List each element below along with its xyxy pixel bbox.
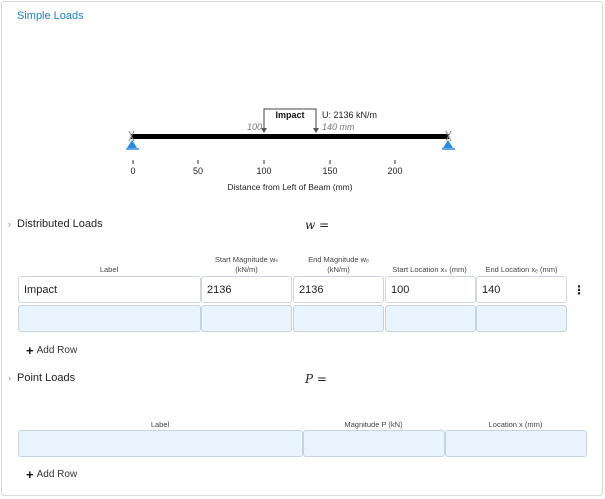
column-header-start-magnitude-line1: Start Magnitude wₛ (214, 255, 279, 264)
distributed-loads-heading: Distributed Loads (17, 218, 103, 230)
dist-end-magnitude-input[interactable]: 2136 (293, 276, 384, 303)
dist-new-start-location-input[interactable] (385, 305, 476, 332)
column-header-point-label: Label (150, 420, 170, 429)
dist-new-end-magnitude-input[interactable] (293, 305, 384, 332)
axis-tick-label: 150 (322, 166, 338, 176)
beam (131, 134, 449, 139)
column-header-end-magnitude: End Magnitude wₑ (kN/m) (293, 255, 384, 275)
dist-new-label-input[interactable] (18, 305, 201, 332)
column-header-end-magnitude-line1: End Magnitude wₑ (308, 255, 369, 264)
dist-end-location-input[interactable]: 140 (476, 276, 567, 303)
plus-icon: + (26, 466, 34, 482)
axis-tick-label: 200 (387, 166, 403, 176)
dist-new-start-magnitude-input[interactable] (201, 305, 292, 332)
load-label: Impact (275, 110, 305, 120)
distributed-loads-toggle[interactable]: › Distributed Loads (8, 218, 103, 230)
distributed-add-row-button[interactable]: + Add Row (26, 342, 78, 358)
left-support-icon (126, 140, 139, 150)
dist-start-location-input[interactable]: 100 (385, 276, 476, 303)
beam-diagram: Impact U: 2136 kN/m 100 140 mm 0 50 100 … (0, 0, 605, 200)
point-new-location-input[interactable] (445, 430, 587, 457)
point-new-label-input[interactable] (18, 430, 303, 457)
axis-tick-label: 100 (256, 166, 272, 176)
row-options-kebab-icon[interactable]: ⋮ (573, 284, 585, 296)
column-header-start-magnitude-line2: (kN/m) (235, 265, 258, 274)
point-formula: P = (305, 372, 327, 386)
plus-icon: + (26, 342, 34, 358)
chevron-right-icon: › (8, 373, 11, 383)
point-add-row-button[interactable]: + Add Row (26, 466, 78, 482)
column-header-end-location: End Location xₑ (mm) (485, 265, 558, 274)
dist-new-end-location-input[interactable] (476, 305, 567, 332)
point-new-magnitude-input[interactable] (303, 430, 445, 457)
axis-tick-label: 50 (192, 166, 203, 176)
load-end-arrowhead (313, 128, 319, 133)
beam-diagram-svg (126, 108, 455, 164)
chevron-right-icon: › (8, 219, 11, 229)
add-row-label: Add Row (36, 469, 78, 480)
column-header-label: Label (99, 265, 119, 274)
column-header-end-magnitude-line2: (kN/m) (327, 265, 350, 274)
load-magnitude-text: U: 2136 kN/m (322, 110, 378, 120)
dist-start-magnitude-input[interactable]: 2136 (201, 276, 292, 303)
point-loads-toggle[interactable]: › Point Loads (8, 372, 75, 384)
distributed-formula: w = (305, 218, 330, 232)
point-loads-heading: Point Loads (17, 372, 76, 384)
add-row-label: Add Row (36, 345, 78, 356)
axis-ticks (132, 160, 396, 164)
load-end-text: 140 mm (322, 122, 355, 132)
column-header-start-location: Start Location xₛ (mm) (392, 265, 467, 274)
load-start-text: 100 (246, 122, 262, 132)
column-header-point-magnitude: Magnitude P (kN) (344, 420, 403, 429)
axis-tick-label: 0 (130, 166, 136, 176)
axis-title: Distance from Left of Beam (mm) (227, 182, 353, 192)
column-header-start-magnitude: Start Magnitude wₛ (kN/m) (201, 255, 292, 275)
right-support-icon (442, 140, 455, 150)
dist-label-input[interactable]: Impact (18, 276, 201, 303)
column-header-point-location: Location x (mm) (488, 420, 543, 429)
